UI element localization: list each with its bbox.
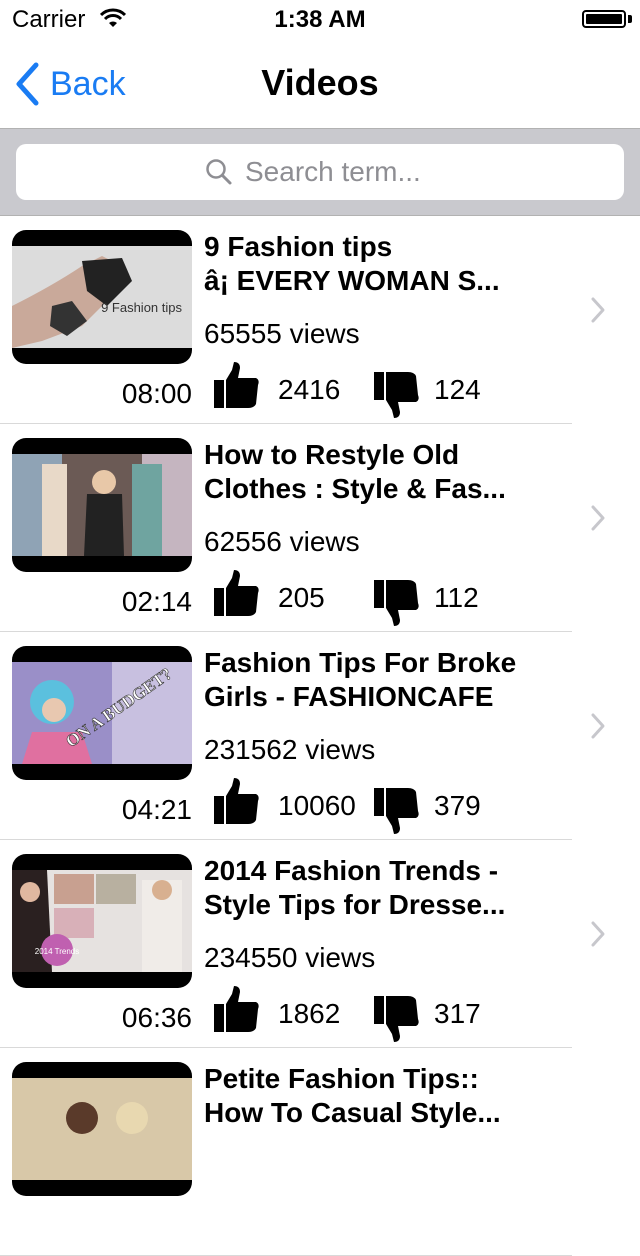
dislike-count: 379 — [434, 790, 481, 821]
video-row[interactable]: 9 Fashion tips 08:00 9 Fashion tips â¡ E… — [0, 216, 640, 424]
dislike-count: 317 — [434, 998, 481, 1029]
thumbs-down-icon — [374, 372, 419, 418]
video-row[interactable]: 02:14 How to Restyle Old Clothes : Style… — [0, 424, 640, 632]
video-row[interactable]: Petite Fashion Tips:: How To Casual Styl… — [0, 1048, 640, 1256]
svg-text:ON A BUDGET?: ON A BUDGET? — [62, 664, 175, 751]
search-input[interactable] — [245, 156, 435, 188]
video-views: 231562 views — [204, 734, 376, 765]
chevron-right-icon — [591, 505, 605, 531]
video-duration: 06:36 — [121, 1002, 192, 1033]
thumbs-down-icon — [374, 996, 419, 1042]
video-thumbnail: ON A BUDGET? — [12, 646, 192, 780]
navigation-bar: Back Videos — [0, 40, 640, 128]
video-thumbnail: 9 Fashion tips — [12, 230, 192, 364]
video-title: Petite Fashion Tips:: How To Casual Styl… — [204, 1063, 501, 1128]
video-duration: 08:00 — [121, 378, 192, 409]
video-duration: 02:14 — [121, 586, 192, 617]
chevron-right-icon — [591, 297, 605, 323]
battery-tip — [628, 15, 632, 23]
video-views: 62556 views — [204, 526, 360, 557]
video-views: 234550 views — [204, 942, 376, 973]
video-row[interactable]: 2014 Trends 06:36 2014 Fashion Trends - … — [0, 840, 640, 1048]
like-count: 205 — [278, 582, 325, 613]
dislike-count: 124 — [434, 374, 481, 405]
video-thumbnail: 2014 Trends — [12, 854, 192, 988]
thumbs-up-icon — [214, 362, 259, 408]
video-duration: 04:21 — [121, 794, 192, 825]
svg-text:2014 Trends: 2014 Trends — [35, 947, 79, 956]
video-title: How to Restyle Old Clothes : Style & Fas… — [204, 439, 506, 504]
battery-icon — [582, 10, 626, 28]
thumbnail-overlay-text: 2014 Trends — [35, 947, 79, 956]
chevron-right-icon — [591, 713, 605, 739]
thumbs-down-icon — [374, 580, 419, 626]
search-bar — [0, 128, 640, 216]
video-views: 65555 views — [204, 318, 360, 349]
video-title: Fashion Tips For Broke Girls - FASHIONCA… — [204, 647, 517, 712]
like-count: 2416 — [278, 374, 341, 405]
status-bar: Carrier 1:38 AM — [0, 0, 640, 40]
svg-text:9 Fashion tips: 9 Fashion tips — [101, 300, 182, 315]
chevron-right-icon — [591, 921, 605, 947]
video-thumbnail — [12, 438, 192, 572]
search-field[interactable] — [16, 144, 624, 200]
search-icon — [206, 159, 232, 185]
video-thumbnail — [12, 1062, 192, 1196]
status-time: 1:38 AM — [274, 6, 366, 33]
video-title: 2014 Fashion Trends - Style Tips for Dre… — [204, 855, 506, 920]
like-count: 10060 — [278, 790, 356, 821]
video-row[interactable]: ON A BUDGET? 04:21 Fashion Tips For Brok… — [0, 632, 640, 840]
video-title: 9 Fashion tips â¡ EVERY WOMAN S... — [204, 231, 500, 296]
thumbnail-overlay-text: 9 Fashion tips — [101, 300, 182, 315]
thumbs-up-icon — [214, 570, 259, 616]
video-list: 9 Fashion tips 08:00 9 Fashion tips â¡ E… — [0, 216, 640, 1256]
like-count: 1862 — [278, 998, 341, 1029]
thumbs-up-icon — [214, 986, 259, 1032]
page-title: Videos — [261, 62, 379, 103]
thumbs-up-icon — [214, 778, 259, 824]
thumbnail-overlay-text: ON A BUDGET? — [62, 664, 176, 752]
thumbs-down-icon — [374, 788, 419, 834]
dislike-count: 112 — [434, 582, 479, 613]
